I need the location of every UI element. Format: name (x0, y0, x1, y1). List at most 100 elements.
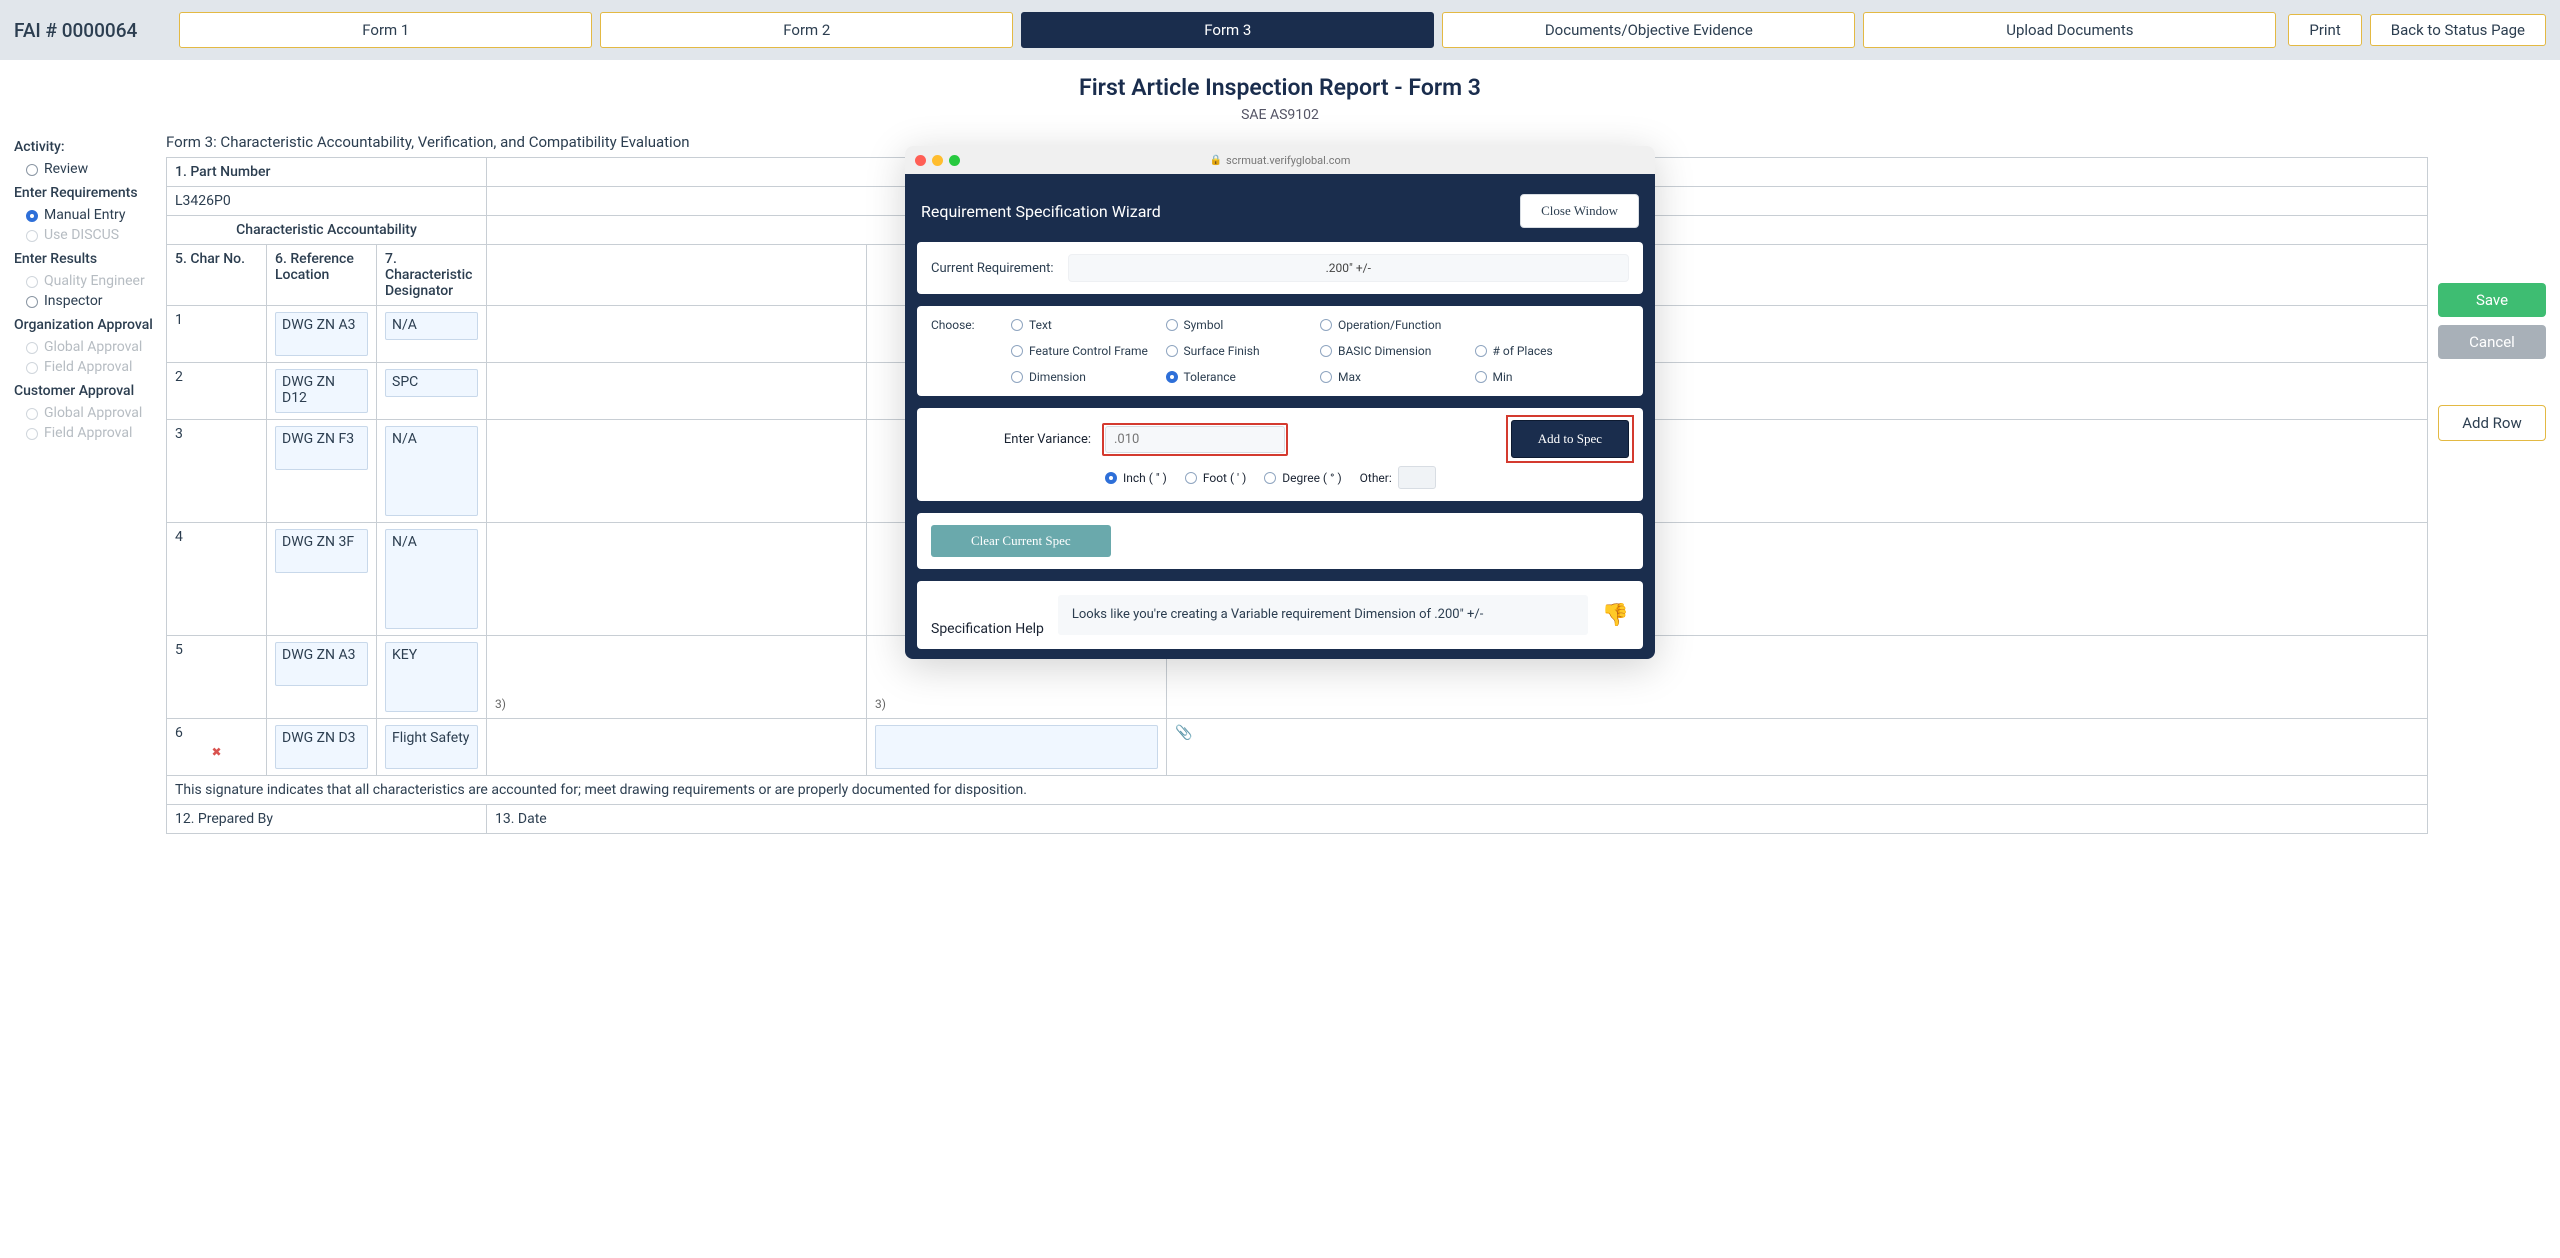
thumbs-down-icon[interactable]: 👎 (1602, 603, 1629, 628)
radio-icon (26, 408, 38, 420)
tab-documents[interactable]: Documents/Objective Evidence (1442, 12, 1855, 48)
current-requirement-label: Current Requirement: (931, 261, 1054, 276)
char-designator-input[interactable]: N/A (385, 529, 478, 629)
char-designator-input[interactable]: SPC (385, 369, 478, 397)
sidebar-item-discus: Use DISCUS (14, 225, 156, 245)
window-min-icon[interactable] (932, 155, 943, 166)
sidebar-item-inspector[interactable]: Inspector (14, 291, 156, 311)
option-tolerance[interactable]: Tolerance (1166, 370, 1321, 384)
char-no: 4 (167, 523, 267, 636)
th-char-des: 7. Characteristic Designator (377, 245, 487, 306)
cell-marker: 3) (495, 697, 506, 711)
unit-other[interactable]: Other: (1360, 466, 1436, 489)
char-no: 2 (167, 363, 267, 420)
ref-location-input[interactable]: DWG ZN 3F (275, 529, 368, 573)
cancel-button[interactable]: Cancel (2438, 325, 2546, 359)
sidebar-item-quality-engineer: Quality Engineer (14, 271, 156, 291)
variance-input[interactable] (1105, 426, 1285, 453)
radio-icon (26, 342, 38, 354)
sidebar-item-field-approval: Field Approval (14, 357, 156, 377)
close-window-button[interactable]: Close Window (1520, 194, 1639, 228)
tab-form1[interactable]: Form 1 (179, 12, 592, 48)
char-no: 3 (167, 420, 267, 523)
empty-input[interactable] (875, 725, 1158, 769)
option-surface[interactable]: Surface Finish (1166, 344, 1321, 358)
option-min[interactable]: Min (1475, 370, 1630, 384)
other-unit-input[interactable] (1398, 466, 1436, 489)
ref-location-input[interactable]: DWG ZN A3 (275, 312, 368, 356)
radio-icon (26, 362, 38, 374)
page-subtitle: SAE AS9102 (0, 107, 2560, 123)
part-number-value: L3426P0 (167, 187, 487, 216)
th-char-no: 5. Char No. (167, 245, 267, 306)
add-row-button[interactable]: Add Row (2438, 405, 2546, 441)
date-label: 13. Date (487, 805, 2428, 834)
radio-icon (26, 276, 38, 288)
save-button[interactable]: Save (2438, 283, 2546, 317)
delete-row-icon[interactable]: ✖ (175, 745, 258, 759)
wizard-title: Requirement Specification Wizard (921, 202, 1161, 221)
clear-spec-button[interactable]: Clear Current Spec (931, 525, 1111, 557)
char-designator-input[interactable]: KEY (385, 642, 478, 712)
tab-bar: Form 1 Form 2 Form 3 Documents/Objective… (179, 12, 2276, 48)
spec-wizard-modal: 🔒scrmuat.verifyglobal.com Requirement Sp… (905, 146, 1655, 659)
tab-form2[interactable]: Form 2 (600, 12, 1013, 48)
th-part-number: 1. Part Number (167, 158, 487, 187)
char-no: 5 (167, 636, 267, 719)
option-operation[interactable]: Operation/Function (1320, 318, 1475, 332)
tab-form3[interactable]: Form 3 (1021, 12, 1434, 48)
spec-help-text: Looks like you're creating a Variable re… (1058, 595, 1588, 635)
char-no: 6✖ (167, 719, 267, 776)
ref-location-input[interactable]: DWG ZN F3 (275, 426, 368, 470)
option-basic[interactable]: BASIC Dimension (1320, 344, 1475, 358)
sidebar-item-global-approval: Global Approval (14, 337, 156, 357)
tab-upload[interactable]: Upload Documents (1863, 12, 2276, 48)
org-approval-head: Organization Approval (14, 317, 156, 333)
current-requirement-value: .200" +/- (1068, 254, 1629, 282)
modal-url: 🔒scrmuat.verifyglobal.com (1210, 154, 1351, 167)
char-designator-input[interactable]: N/A (385, 312, 478, 340)
option-places[interactable]: # of Places (1475, 344, 1630, 358)
ref-location-input[interactable]: DWG ZN D3 (275, 725, 368, 769)
choose-label: Choose: (931, 318, 1011, 332)
prepared-by-label: 12. Prepared By (167, 805, 487, 834)
option-dimension[interactable]: Dimension (1011, 370, 1166, 384)
sidebar-item-cust-global-approval: Global Approval (14, 403, 156, 423)
radio-icon (26, 296, 38, 308)
option-text[interactable]: Text (1011, 318, 1166, 332)
page-title: First Article Inspection Report - Form 3 (0, 74, 2560, 101)
enter-requirements-head: Enter Requirements (14, 185, 156, 201)
ref-location-input[interactable]: DWG ZN A3 (275, 642, 368, 686)
char-designator-input[interactable]: N/A (385, 426, 478, 516)
sidebar-item-cust-field-approval: Field Approval (14, 423, 156, 443)
radio-icon (26, 210, 38, 222)
paperclip-icon[interactable]: 📎 (1175, 725, 1192, 741)
activity-head: Activity: (14, 139, 156, 155)
unit-degree[interactable]: Degree ( ° ) (1264, 471, 1341, 485)
unit-inch[interactable]: Inch ( " ) (1105, 471, 1167, 485)
window-close-icon[interactable] (915, 155, 926, 166)
cell-marker: 3) (875, 697, 886, 711)
window-max-icon[interactable] (949, 155, 960, 166)
option-max[interactable]: Max (1320, 370, 1475, 384)
sidebar-item-review[interactable]: Review (14, 159, 156, 179)
option-fcf[interactable]: Feature Control Frame (1011, 344, 1166, 358)
add-to-spec-button[interactable]: Add to Spec (1511, 420, 1629, 458)
cust-approval-head: Customer Approval (14, 383, 156, 399)
signature-text: This signature indicates that all charac… (167, 776, 2428, 805)
unit-foot[interactable]: Foot ( ' ) (1185, 471, 1246, 485)
sidebar: Activity: Review Enter Requirements Manu… (14, 133, 156, 834)
option-symbol[interactable]: Symbol (1166, 318, 1321, 332)
th-char-acc: Characteristic Accountability (167, 216, 487, 245)
th-ref-loc: 6. Reference Location (267, 245, 377, 306)
print-button[interactable]: Print (2288, 14, 2361, 46)
enter-results-head: Enter Results (14, 251, 156, 267)
ref-location-input[interactable]: DWG ZN D12 (275, 369, 368, 413)
sidebar-item-manual-entry[interactable]: Manual Entry (14, 205, 156, 225)
radio-icon (26, 428, 38, 440)
back-to-status-button[interactable]: Back to Status Page (2370, 14, 2546, 46)
fai-id: FAI # 0000064 (14, 19, 167, 42)
char-designator-input[interactable]: Flight Safety (385, 725, 478, 769)
modal-titlebar: 🔒scrmuat.verifyglobal.com (905, 146, 1655, 174)
lock-icon: 🔒 (1210, 155, 1222, 166)
